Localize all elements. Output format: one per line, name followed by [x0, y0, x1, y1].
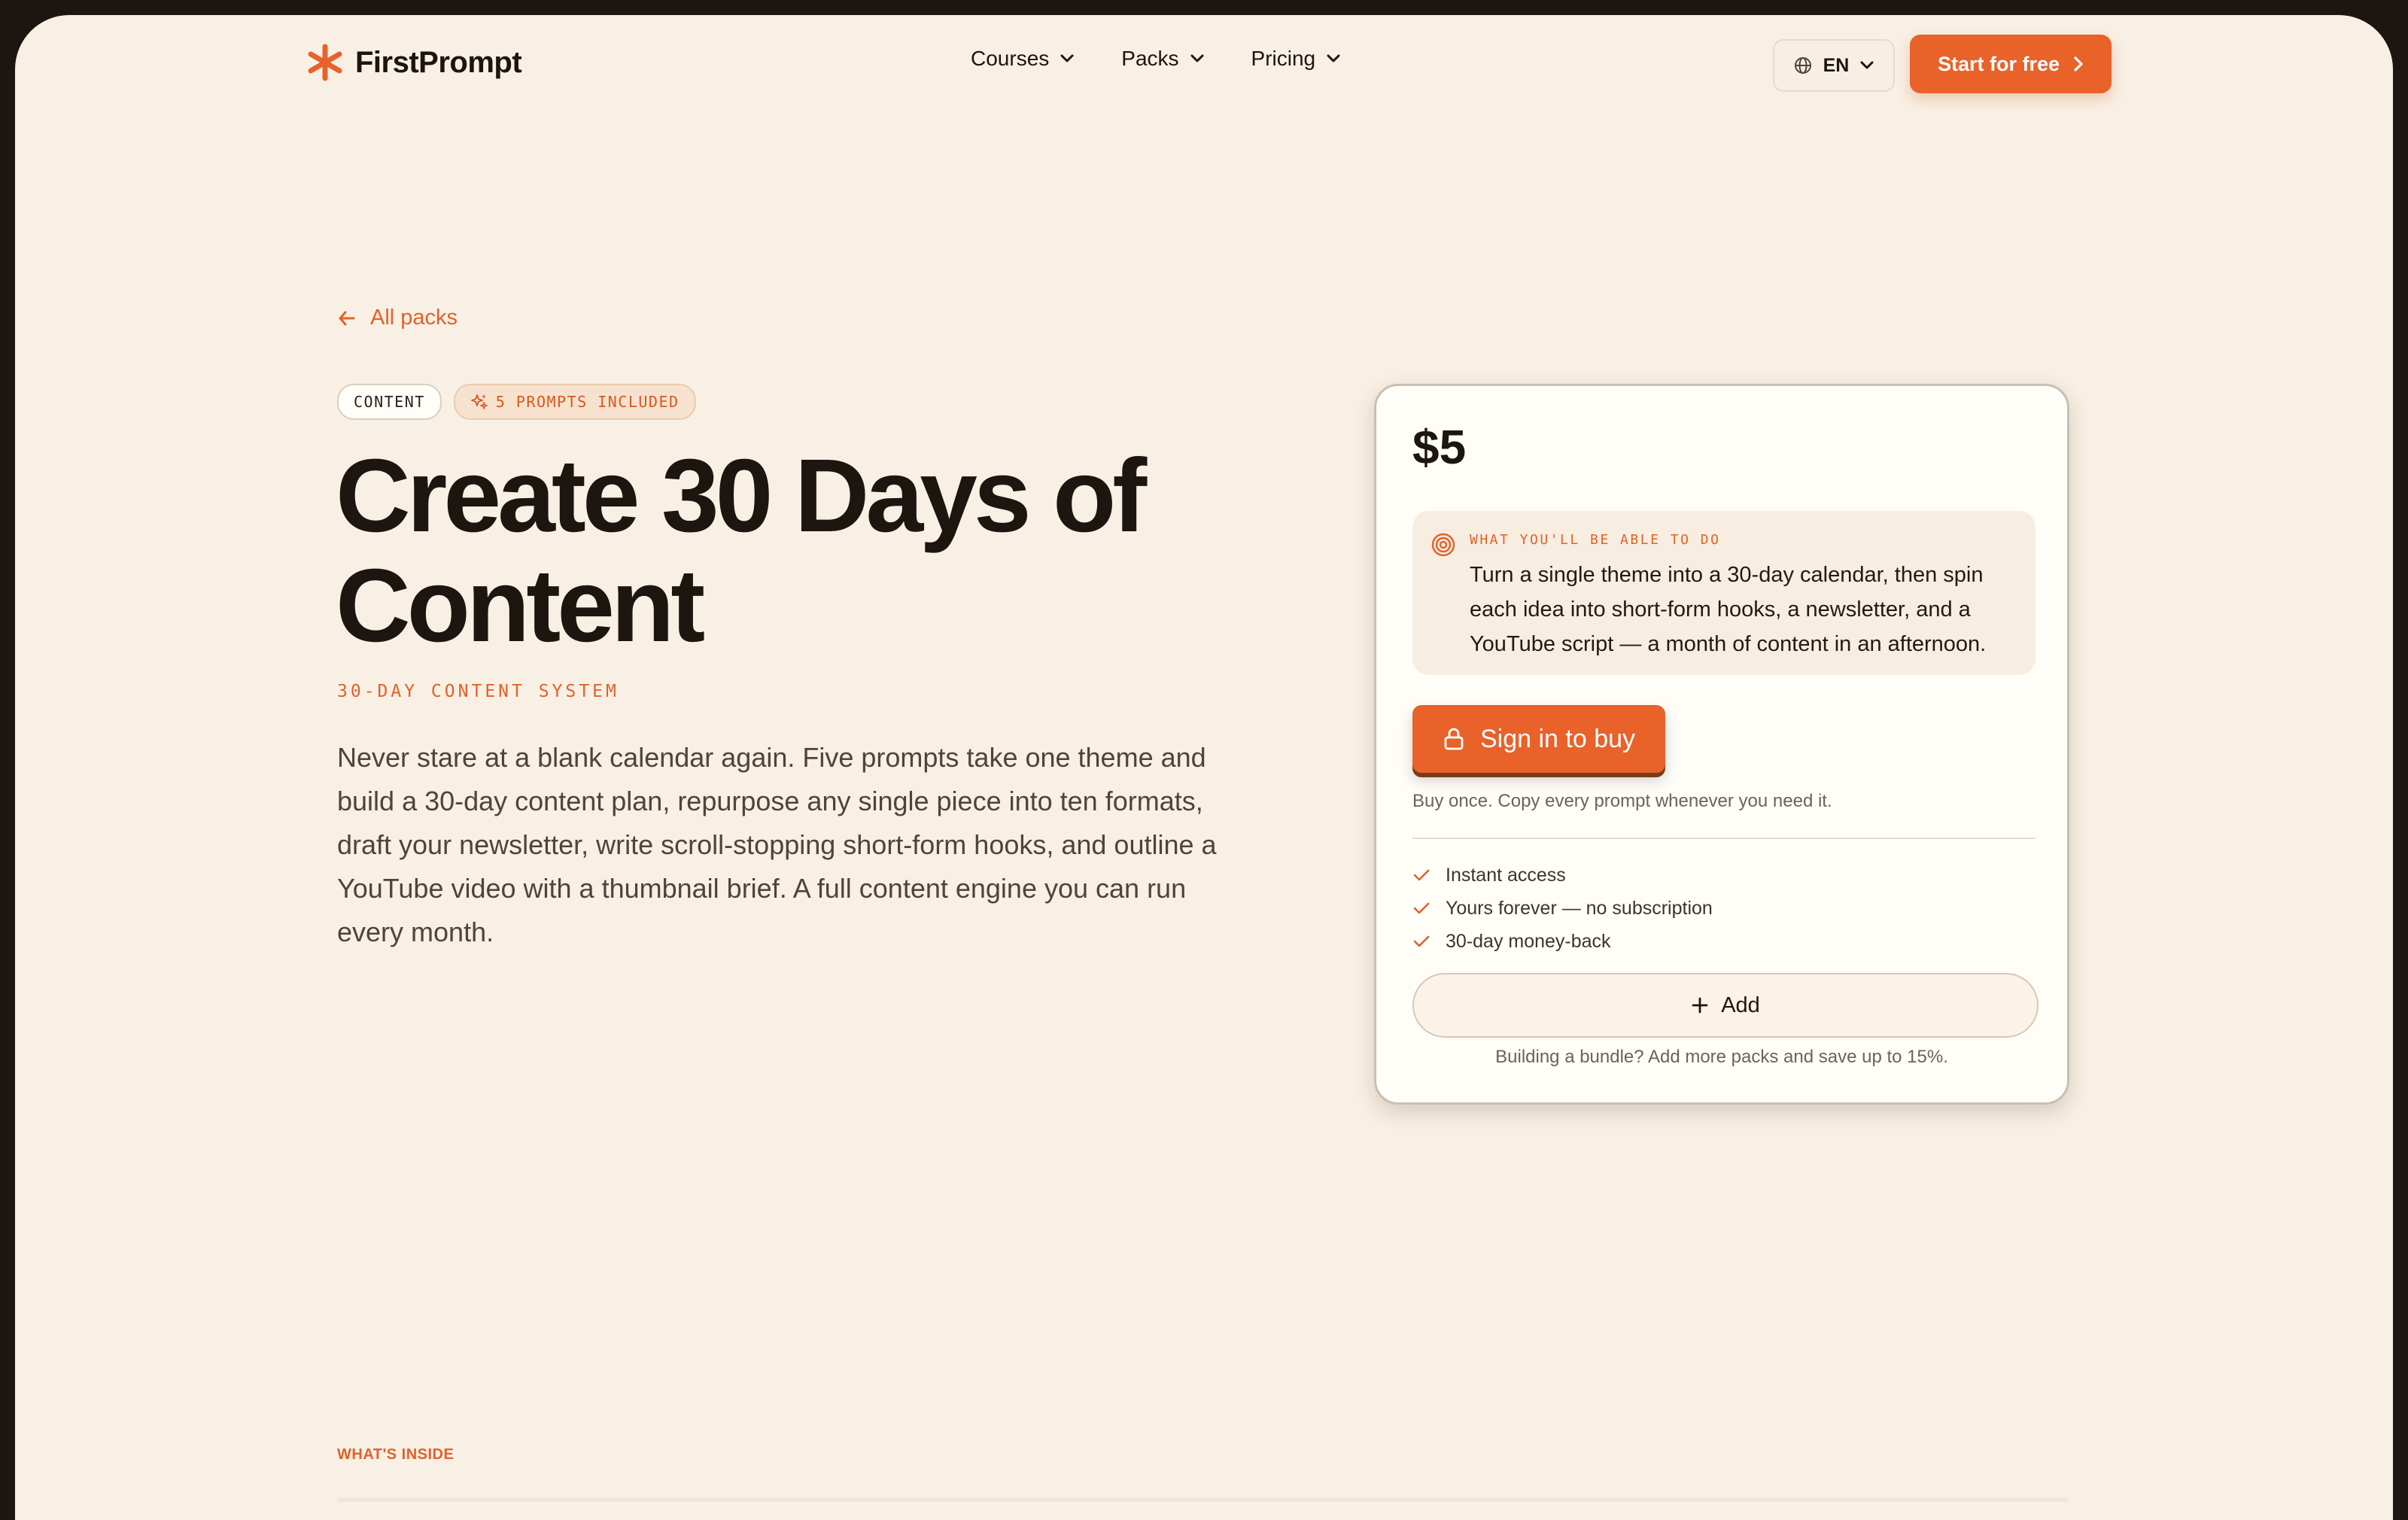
sign-in-to-buy-button[interactable]: Sign in to buy	[1412, 705, 1665, 773]
bundle-note: Building a bundle? Add more packs and sa…	[1495, 1047, 1948, 1067]
benefit-label: 30-day money-back	[1446, 930, 1611, 952]
page-frame: FirstPrompt Courses Packs Pricing EN Sta…	[15, 15, 2393, 1520]
lock-icon	[1444, 728, 1464, 750]
nav-courses-label: Courses	[971, 47, 1050, 70]
check-icon	[1413, 869, 1430, 881]
divider	[1412, 838, 2036, 839]
brand-logo[interactable]: FirstPrompt	[307, 44, 522, 81]
category-tag: CONTENT	[337, 384, 442, 420]
check-icon	[1413, 902, 1430, 914]
benefit-label: Instant access	[1446, 864, 1566, 886]
sign-in-to-buy-label: Sign in to buy	[1479, 724, 1636, 753]
arrow-left-icon	[339, 311, 355, 325]
chevron-down-icon	[1327, 54, 1340, 62]
start-for-free-label: Start for free	[1937, 52, 2060, 75]
outcome-box: WHAT YOU'LL BE ABLE TO DO Turn a single …	[1412, 511, 2036, 675]
back-link-label: All packs	[370, 306, 458, 330]
nav-packs[interactable]: Packs	[1121, 47, 1204, 71]
add-to-bundle-button[interactable]: Add	[1412, 973, 2039, 1038]
language-selector[interactable]: EN	[1773, 39, 1895, 92]
price: $5	[1412, 420, 1467, 474]
nav-packs-label: Packs	[1121, 47, 1179, 70]
benefit-item: 30-day money-back	[1412, 925, 1713, 958]
pack-subtitle: 30-DAY CONTENT SYSTEM	[337, 682, 619, 701]
globe-icon	[1794, 57, 1811, 74]
pack-description: Never stare at a blank calendar again. F…	[337, 742, 1217, 947]
outcome-label: WHAT YOU'LL BE ABLE TO DO	[1470, 532, 1721, 548]
chevron-down-icon	[1860, 61, 1874, 69]
plus-icon	[1692, 997, 1708, 1014]
benefit-item: Instant access	[1412, 859, 1713, 892]
outcome-text: Turn a single theme into a 30-day calend…	[1470, 563, 1987, 656]
nav-pricing-label: Pricing	[1251, 47, 1316, 70]
back-to-packs-link[interactable]: All packs	[337, 306, 458, 330]
nav-pricing[interactable]: Pricing	[1251, 47, 1342, 71]
buy-once-note: Buy once. Copy every prompt whenever you…	[1412, 791, 1832, 811]
section-divider	[337, 1497, 2068, 1502]
prompts-included-label: 5 PROMPTS INCLUDED	[495, 393, 680, 411]
prompts-included-tag: 5 PROMPTS INCLUDED	[453, 384, 696, 420]
start-for-free-button[interactable]: Start for free	[1910, 35, 2112, 93]
page-title: Create 30 Days of Content	[336, 438, 1147, 664]
whats-inside-label: WHAT'S INSIDE	[337, 1446, 455, 1463]
check-icon	[1413, 935, 1430, 947]
target-icon	[1431, 533, 1455, 557]
brand-name: FirstPrompt	[355, 45, 522, 79]
chevron-right-icon	[2074, 56, 2083, 71]
benefit-item: Yours forever — no subscription	[1412, 892, 1713, 925]
sparkles-icon	[470, 394, 488, 409]
pack-tags: CONTENT 5 PROMPTS INCLUDED	[337, 384, 696, 420]
benefits-list: Instant access Yours forever — no subscr…	[1412, 859, 1713, 958]
chevron-down-icon	[1060, 54, 1074, 62]
purchase-card: $5 WHAT YOU'LL BE ABLE TO DO Turn a sing…	[1374, 384, 2069, 1105]
asterisk-logo-icon	[308, 44, 342, 81]
main-nav: Courses Packs Pricing	[971, 47, 1341, 71]
benefit-label: Yours forever — no subscription	[1446, 897, 1713, 919]
language-label: EN	[1823, 54, 1850, 76]
add-label: Add	[1721, 993, 1760, 1017]
chevron-down-icon	[1190, 54, 1204, 62]
nav-courses[interactable]: Courses	[971, 47, 1075, 71]
